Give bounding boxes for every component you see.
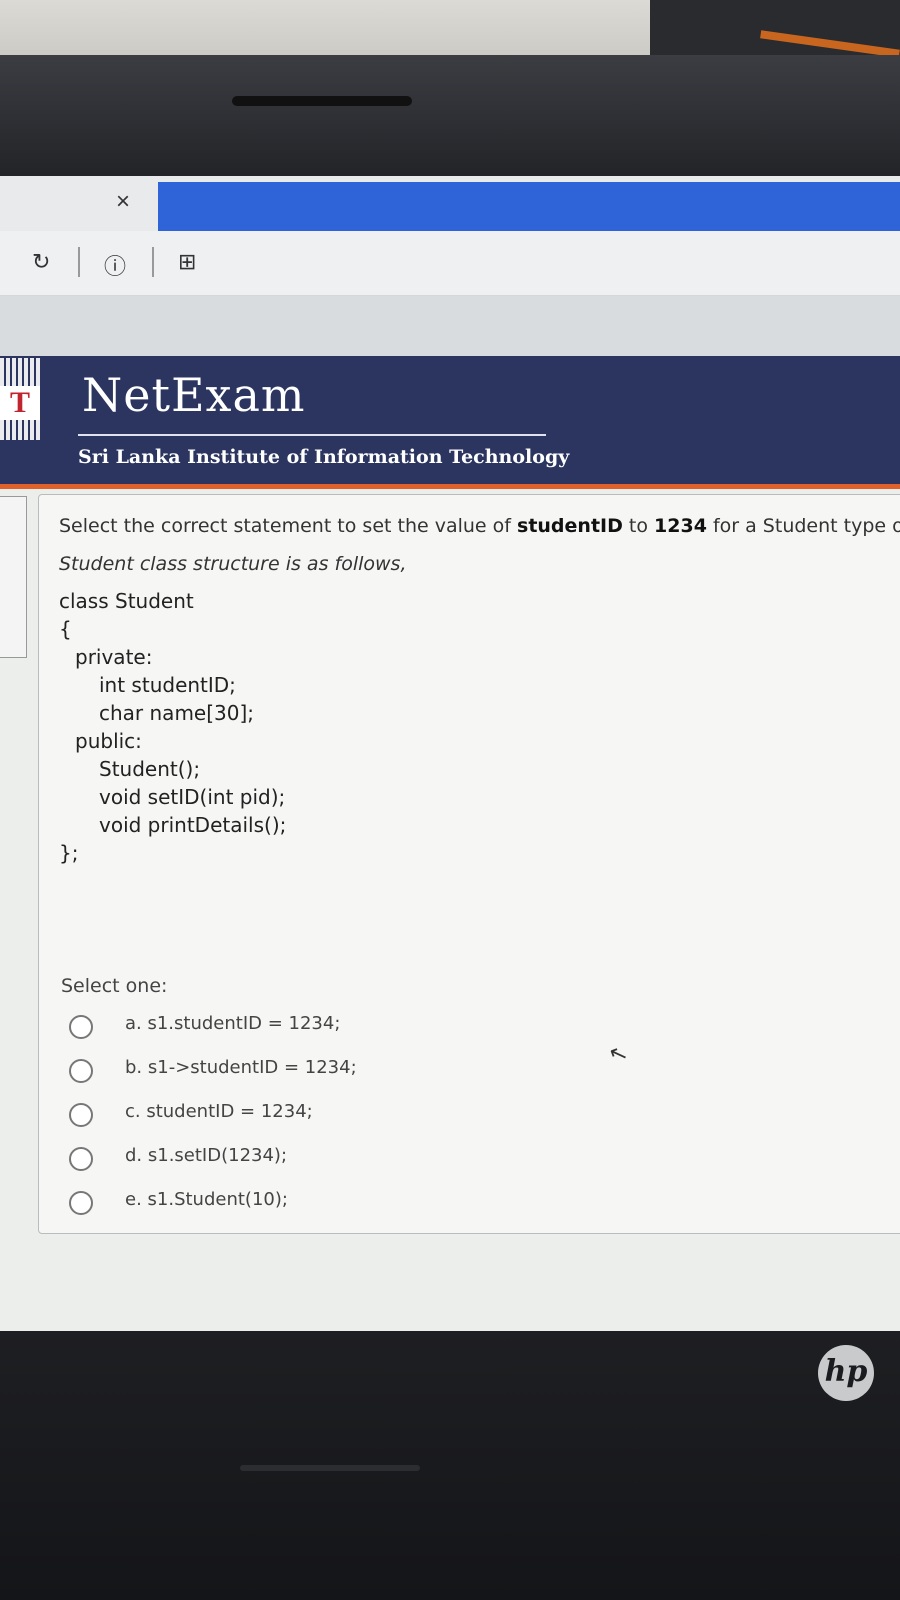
radio-button[interactable]	[69, 1015, 93, 1039]
page-top-band	[0, 296, 900, 356]
code-line: {	[59, 617, 72, 641]
code-line: class Student	[59, 589, 194, 613]
laptop-hinge	[240, 1465, 420, 1471]
browser-toolbar: ↻ ⓘ ⊞	[0, 231, 900, 296]
option-label[interactable]: b. s1->studentID = 1234;	[125, 1057, 357, 1078]
question-value: 1234	[654, 515, 707, 537]
code-line: int studentID;	[99, 673, 236, 697]
question-info-panel	[0, 496, 27, 658]
option-label[interactable]: a. s1.studentID = 1234;	[125, 1013, 340, 1034]
camera-slot	[232, 96, 412, 106]
option-label[interactable]: c. studentID = 1234;	[125, 1101, 313, 1122]
option-label[interactable]: e. s1.Student(10);	[125, 1189, 288, 1210]
radio-button[interactable]	[69, 1147, 93, 1171]
option-label[interactable]: d. s1.setID(1234);	[125, 1145, 287, 1166]
logo-letter: T	[0, 386, 40, 420]
browser-tab-bar: ×	[0, 176, 900, 232]
code-line: void setID(int pid);	[99, 785, 286, 809]
question-field: studentID	[517, 515, 623, 537]
question-card: Select the correct statement to set the …	[38, 494, 900, 1234]
hp-logo: hp	[818, 1345, 874, 1401]
title-divider	[78, 434, 546, 436]
answer-option-d[interactable]: d. s1.setID(1234);	[69, 1143, 429, 1177]
active-tab[interactable]	[158, 182, 900, 232]
toolbar-separator	[152, 247, 154, 277]
question-note: Student class structure is as follows,	[59, 553, 407, 575]
select-one-label: Select one:	[61, 975, 168, 997]
close-tab-icon[interactable]: ×	[116, 188, 130, 216]
question-middle: to	[622, 515, 655, 537]
site-info-icon[interactable]: ⓘ	[104, 249, 126, 281]
new-tab-icon[interactable]: ⊞	[178, 249, 196, 275]
laptop-bottom-bezel	[0, 1331, 900, 1600]
code-line: Student();	[99, 757, 201, 781]
code-line: public:	[75, 729, 142, 753]
mouse-cursor-icon: ↖	[605, 1038, 631, 1069]
question-text: Select the correct statement to set the …	[59, 515, 900, 537]
site-header: T NetExam Sri Lanka Institute of Informa…	[0, 356, 900, 489]
code-line: private:	[75, 645, 153, 669]
answer-option-a[interactable]: a. s1.studentID = 1234;	[69, 1011, 429, 1045]
laptop-screen: × ↻ ⓘ ⊞ T NetExam Sri Lanka Institute of…	[0, 176, 900, 1331]
question-prefix: Select the correct statement to set the …	[59, 515, 518, 537]
reload-icon[interactable]: ↻	[32, 249, 50, 275]
code-line: };	[59, 841, 79, 865]
radio-button[interactable]	[69, 1191, 93, 1215]
answer-option-e[interactable]: e. s1.Student(10);	[69, 1187, 429, 1221]
laptop-top-bezel	[0, 55, 900, 180]
radio-button[interactable]	[69, 1103, 93, 1127]
site-title[interactable]: NetExam	[82, 368, 306, 422]
code-line: void printDetails();	[99, 813, 287, 837]
radio-button[interactable]	[69, 1059, 93, 1083]
code-line: char name[30];	[99, 701, 255, 725]
toolbar-separator	[78, 247, 80, 277]
answer-option-c[interactable]: c. studentID = 1234;	[69, 1099, 429, 1133]
question-suffix: for a Student type ob	[706, 515, 900, 537]
answer-option-b[interactable]: b. s1->studentID = 1234;	[69, 1055, 429, 1089]
site-subtitle: Sri Lanka Institute of Information Techn…	[78, 446, 570, 468]
